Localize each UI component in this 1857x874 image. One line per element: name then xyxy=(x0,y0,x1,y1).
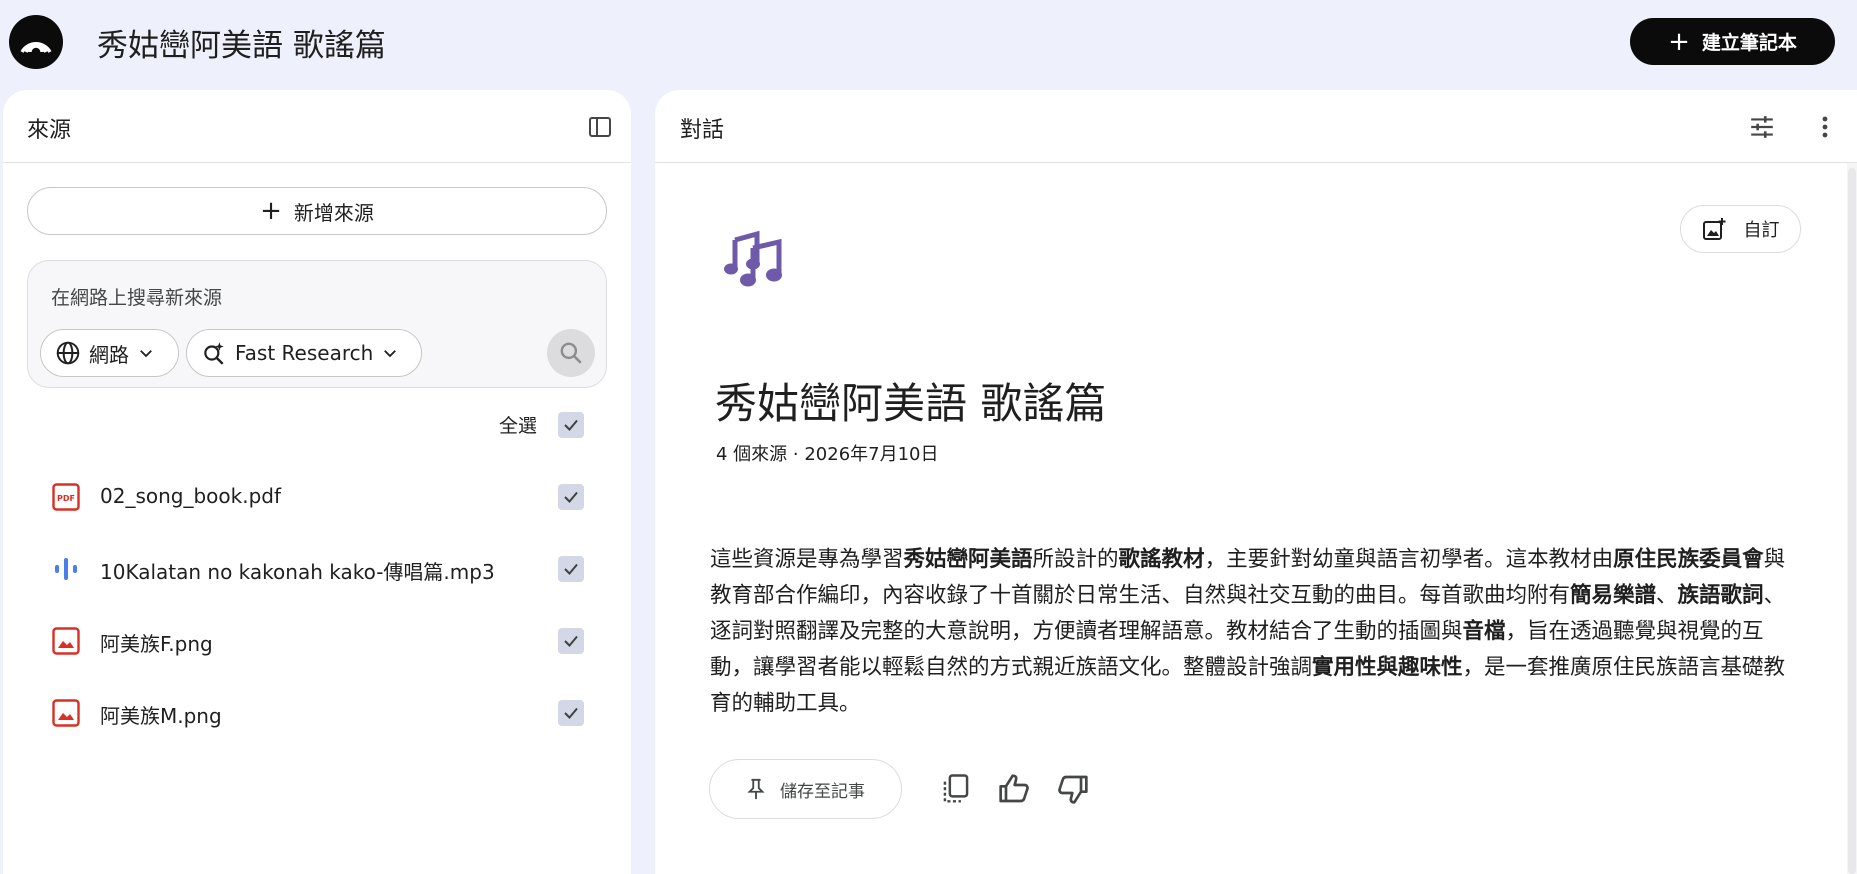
source-checkbox[interactable] xyxy=(558,700,584,726)
web-search-box: 在網路上搜尋新來源 網路 Fast Research xyxy=(27,260,607,388)
check-icon xyxy=(564,491,578,503)
create-notebook-button[interactable]: + 建立筆記本 xyxy=(1630,18,1835,65)
music-notes-icon xyxy=(723,222,793,292)
source-checkbox[interactable] xyxy=(558,628,584,654)
chevron-down-icon xyxy=(140,350,152,358)
save-to-note-button[interactable]: 儲存至記事 xyxy=(709,759,902,819)
copy-icon[interactable] xyxy=(936,769,976,809)
plus-icon: + xyxy=(260,196,282,226)
more-vert-icon[interactable] xyxy=(1810,112,1840,142)
tune-icon[interactable] xyxy=(1747,112,1777,142)
add-source-button[interactable]: + 新增來源 xyxy=(27,187,607,235)
sparkle-search-icon xyxy=(204,342,224,365)
research-mode-label: Fast Research xyxy=(235,341,374,365)
select-all-label: 全選 xyxy=(499,415,538,437)
source-type-label: 網路 xyxy=(89,342,129,367)
check-icon xyxy=(564,707,578,719)
scrollbar-thumb[interactable] xyxy=(1848,168,1856,874)
add-source-label: 新增來源 xyxy=(293,200,374,225)
top-bar: 秀姑巒阿美語 歌謠篇 + 建立筆記本 xyxy=(0,0,1857,84)
source-checkbox[interactable] xyxy=(558,556,584,582)
source-checkbox[interactable] xyxy=(558,484,584,510)
globe-icon xyxy=(56,341,80,365)
source-item[interactable]: PDF 02_song_book.pdf xyxy=(3,467,631,527)
check-icon xyxy=(564,419,578,431)
search-input[interactable]: 在網路上搜尋新來源 xyxy=(51,283,222,310)
image-icon xyxy=(52,699,80,727)
pin-icon xyxy=(747,778,765,800)
notebooklm-logo-icon[interactable] xyxy=(9,15,63,69)
sources-header: 來源 xyxy=(3,90,631,163)
thumbs-down-icon[interactable] xyxy=(1053,769,1093,809)
thumbs-up-icon[interactable] xyxy=(994,769,1034,809)
search-submit-button[interactable] xyxy=(547,329,595,377)
add-photo-icon xyxy=(1702,218,1725,240)
notebook-summary: 這些資源是專為學習秀姑巒阿美語所設計的歌謠教材，主要針對幼童與語言初學者。這本教… xyxy=(710,547,1786,716)
source-name: 阿美族F.png xyxy=(100,632,213,656)
image-icon xyxy=(52,627,80,655)
panel-toggle-icon[interactable] xyxy=(587,114,613,140)
save-to-note-label: 儲存至記事 xyxy=(780,781,865,802)
plus-icon: + xyxy=(1668,26,1690,57)
source-item[interactable]: 10Kalatan no kakonah kako-傳唱篇.mp3 xyxy=(3,539,631,599)
audio-icon xyxy=(52,555,80,583)
check-icon xyxy=(564,635,578,647)
source-name: 阿美族M.png xyxy=(100,704,222,728)
create-notebook-label: 建立筆記本 xyxy=(1701,32,1797,54)
app-title[interactable]: 秀姑巒阿美語 歌謠篇 xyxy=(97,20,386,65)
research-mode-dropdown[interactable]: Fast Research xyxy=(186,329,422,377)
source-name: 02_song_book.pdf xyxy=(100,484,282,508)
customize-label: 自訂 xyxy=(1743,220,1780,241)
pdf-icon: PDF xyxy=(52,483,80,511)
source-item[interactable]: 阿美族F.png xyxy=(3,611,631,671)
notebook-title: 秀姑巒阿美語 歌謠篇 xyxy=(715,379,1107,428)
notebook-meta: 4 個來源 · 2026年7月10日 xyxy=(716,444,939,465)
source-name: 10Kalatan no kakonah kako-傳唱篇.mp3 xyxy=(100,560,495,584)
svg-text:PDF: PDF xyxy=(57,494,75,503)
chat-title: 對話 xyxy=(680,118,725,143)
sources-panel: 來源 + 新增來源 在網路上搜尋新來源 網路 Fast Research 全選 … xyxy=(3,90,631,874)
chat-header: 對話 xyxy=(655,90,1857,163)
source-type-dropdown[interactable]: 網路 xyxy=(40,329,179,377)
source-item[interactable]: 阿美族M.png xyxy=(3,683,631,743)
chat-panel: 對話 自訂 秀姑巒阿美語 歌謠篇 4 個來源 · 2026年7月10日 這些資源… xyxy=(655,90,1857,874)
sources-title: 來源 xyxy=(27,118,72,143)
select-all-checkbox[interactable] xyxy=(558,412,584,438)
check-icon xyxy=(564,563,578,575)
search-icon xyxy=(560,342,582,364)
chevron-down-icon xyxy=(384,350,397,358)
customize-button[interactable]: 自訂 xyxy=(1680,205,1801,253)
